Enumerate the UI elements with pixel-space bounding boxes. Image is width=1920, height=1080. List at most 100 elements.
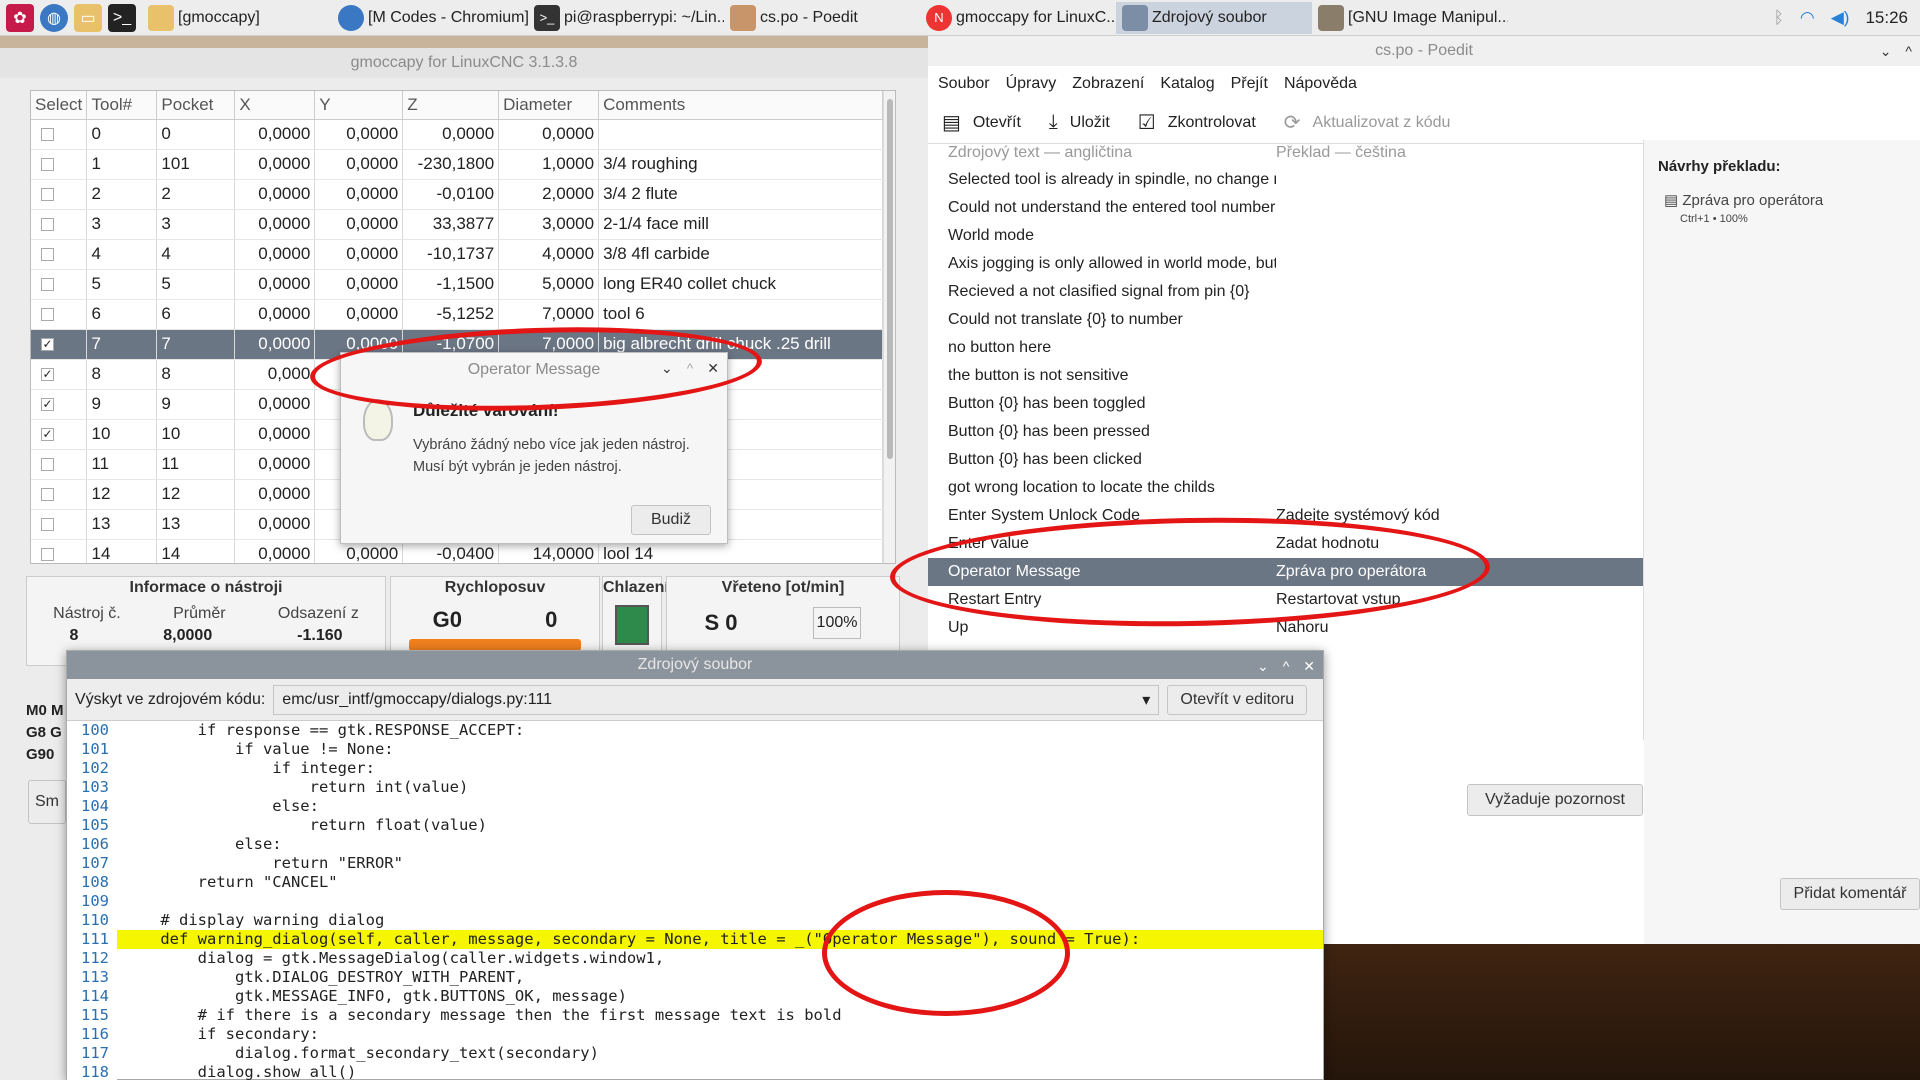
taskbar-item-chromium[interactable]: [M Codes - Chromium] <box>332 2 528 34</box>
cell-y[interactable]: 0,0000 <box>314 149 404 180</box>
cell-tool[interactable]: 0 <box>86 119 158 150</box>
table-row[interactable]: 0 0 0,0000 0,0000 0,0000 0,0000 <box>31 119 883 150</box>
translation-row[interactable]: Operator Message Zpráva pro operátora <box>928 558 1643 586</box>
cell-pocket[interactable]: 3 <box>156 209 236 240</box>
menu-help[interactable]: Nápověda <box>1284 75 1357 93</box>
cell-comment[interactable]: 2-1/4 face mill <box>598 209 883 240</box>
cell-z[interactable]: -5,1252 <box>402 299 500 330</box>
cell-pocket[interactable]: 13 <box>156 509 236 540</box>
open-button[interactable]: ▤ Otevřít <box>942 110 1021 135</box>
select-checkbox[interactable]: ✓ <box>41 368 54 382</box>
cell-pocket[interactable]: 10 <box>156 419 236 450</box>
terminal-icon[interactable]: >_ <box>108 3 136 32</box>
cell-x[interactable]: 0,0000 <box>234 149 316 180</box>
table-row[interactable]: 3 3 0,0000 0,0000 33,3877 3,0000 2-1/4 face mi… <box>31 209 883 240</box>
cell-z[interactable]: -230,1800 <box>402 149 500 180</box>
column-header[interactable]: Pocket <box>156 91 236 120</box>
translation-row[interactable]: Button {0} has been toggled <box>928 390 1643 418</box>
column-header[interactable]: Select <box>31 91 88 120</box>
cell-tool[interactable]: 8 <box>86 359 158 390</box>
select-checkbox[interactable] <box>41 488 54 502</box>
menu-view[interactable]: Zobrazení <box>1072 75 1144 93</box>
source-location-select[interactable]: emc/usr_intf/gmoccapy/dialogs.py:111 ▾ <box>273 684 1160 715</box>
cell-pocket[interactable]: 6 <box>156 299 236 330</box>
taskbar-item-gimp[interactable]: [GNU Image Manipul... <box>1312 2 1508 34</box>
coolant-icon[interactable] <box>615 605 649 645</box>
cell-pocket[interactable]: 2 <box>156 179 236 210</box>
translation-row[interactable]: Enter System Unlock Code Zadejte systémov… <box>928 502 1643 530</box>
cell-pocket[interactable]: 8 <box>156 359 236 390</box>
wifi-icon[interactable]: ◠ <box>1800 8 1815 28</box>
cell-tool[interactable]: 14 <box>86 539 158 563</box>
cell-x[interactable]: 0,0000 <box>234 389 316 420</box>
column-header[interactable]: Y <box>314 91 404 120</box>
cell-dia[interactable]: 1,0000 <box>498 149 600 180</box>
cell-tool[interactable]: 1 <box>86 149 158 180</box>
cell-dia[interactable]: 0,0000 <box>498 119 600 150</box>
select-checkbox[interactable]: ✓ <box>41 428 54 442</box>
cell-tool[interactable]: 11 <box>86 449 158 480</box>
cell-z[interactable]: -1,1500 <box>402 269 500 300</box>
cell-x[interactable]: 0,0000 <box>234 509 316 540</box>
cell-x[interactable]: 0,0000 <box>234 209 316 240</box>
cell-x[interactable]: 0,0000 <box>234 179 316 210</box>
cell-x[interactable]: 0,0000 <box>234 269 316 300</box>
cell-x[interactable]: 0,000 <box>234 359 316 390</box>
select-checkbox[interactable] <box>41 518 54 532</box>
maximize-icon[interactable]: ^ <box>1905 43 1912 59</box>
raspberry-menu-icon[interactable]: ✿ <box>6 3 34 32</box>
cell-pocket[interactable]: 7 <box>156 329 236 360</box>
translation-row[interactable]: the button is not sensitive <box>928 362 1643 390</box>
menu-file[interactable]: Soubor <box>938 75 990 93</box>
cell-dia[interactable]: 2,0000 <box>498 179 600 210</box>
cell-comment[interactable]: tool 6 <box>598 299 883 330</box>
taskbar-item-source-file[interactable]: Zdrojový soubor <box>1116 1 1312 34</box>
cell-pocket[interactable]: 11 <box>156 449 236 480</box>
select-checkbox[interactable] <box>41 218 54 232</box>
cell-x[interactable]: 0,0000 <box>234 119 316 150</box>
select-checkbox[interactable] <box>41 278 54 292</box>
cell-dia[interactable]: 4,0000 <box>498 239 600 270</box>
cell-y[interactable]: 0,0000 <box>314 209 404 240</box>
cell-z[interactable]: -0,0100 <box>402 179 500 210</box>
cell-tool[interactable]: 5 <box>86 269 158 300</box>
cell-tool[interactable]: 4 <box>86 239 158 270</box>
cell-comment[interactable]: 3/8 4fl carbide <box>598 239 883 270</box>
cell-tool[interactable]: 12 <box>86 479 158 510</box>
taskbar-item-poedit[interactable]: cs.po - Poedit <box>724 2 920 34</box>
taskbar-item-terminal[interactable]: >_ pi@raspberrypi: ~/Lin... <box>528 2 724 34</box>
cell-comment[interactable]: 3/4 roughing <box>598 149 883 180</box>
cell-x[interactable]: 0,0000 <box>234 449 316 480</box>
cell-tool[interactable]: 7 <box>86 329 158 360</box>
cell-pocket[interactable]: 101 <box>156 149 236 180</box>
cell-pocket[interactable]: 14 <box>156 539 236 563</box>
cell-pocket[interactable]: 12 <box>156 479 236 510</box>
update-from-code-button[interactable]: ⟳ Aktualizovat z kódu <box>1284 110 1451 135</box>
cell-y[interactable]: 0,0000 <box>314 239 404 270</box>
taskbar-item-gmoccapy[interactable]: Ngmoccapy for LinuxC... <box>920 2 1116 34</box>
select-checkbox[interactable] <box>41 128 54 142</box>
cell-comment[interactable]: long ER40 collet chuck <box>598 269 883 300</box>
cell-tool[interactable]: 6 <box>86 299 158 330</box>
chevron-down-icon[interactable]: ⌄ <box>1257 658 1269 675</box>
cell-pocket[interactable]: 9 <box>156 389 236 420</box>
translation-row[interactable]: Restart Entry Restartovat vstup <box>928 586 1643 614</box>
tool-table-scrollbar[interactable] <box>883 91 895 563</box>
translation-column-header[interactable]: Překlad — čeština <box>1276 144 1406 162</box>
cell-y[interactable]: 0,0000 <box>314 119 404 150</box>
taskbar-item-gmoccapy-folder[interactable]: [gmoccapy] <box>142 2 332 34</box>
cell-z[interactable]: 33,3877 <box>402 209 500 240</box>
translation-row[interactable]: World mode <box>928 222 1643 250</box>
cell-tool[interactable]: 3 <box>86 209 158 240</box>
needs-work-toggle[interactable]: Vyžaduje pozornost <box>1467 784 1643 816</box>
cell-y[interactable]: 0,0000 <box>314 299 404 330</box>
column-header[interactable]: Diameter <box>498 91 600 120</box>
cell-x[interactable]: 0,0000 <box>234 539 316 563</box>
column-header[interactable]: X <box>234 91 316 120</box>
translation-row[interactable]: Button {0} has been clicked <box>928 446 1643 474</box>
cell-tool[interactable]: 10 <box>86 419 158 450</box>
select-checkbox[interactable] <box>41 158 54 172</box>
translation-row[interactable]: got wrong location to locate the childs <box>928 474 1643 502</box>
select-checkbox[interactable] <box>41 308 54 322</box>
validate-button[interactable]: ☑ Zkontrolovat <box>1138 110 1256 135</box>
